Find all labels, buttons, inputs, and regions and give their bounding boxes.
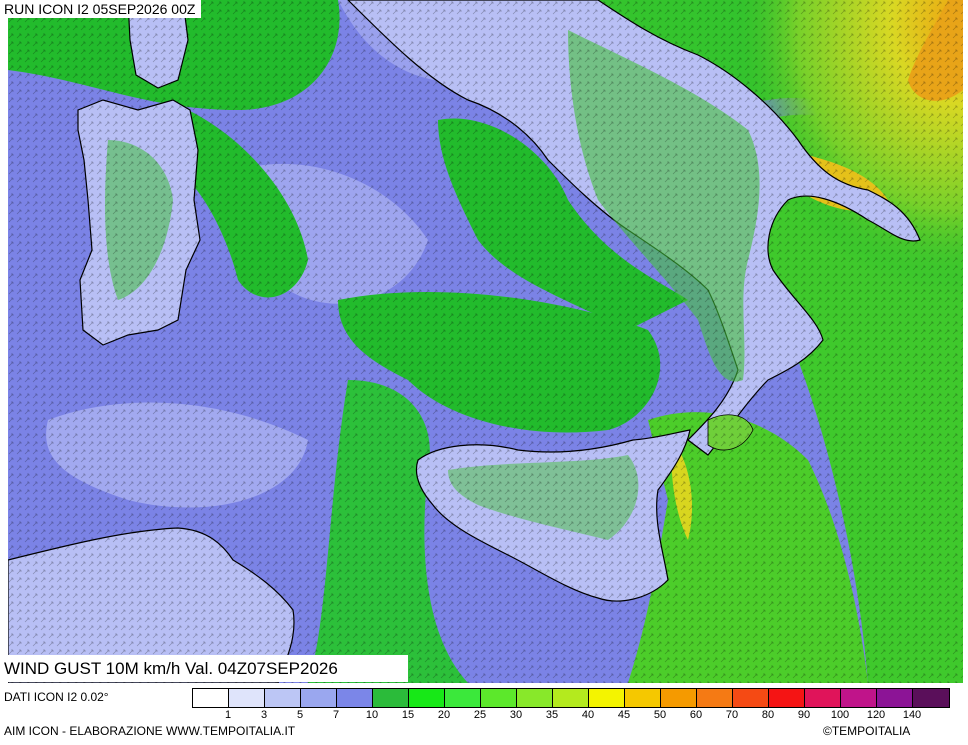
- run-label: RUN ICON I2 05SEP2026 00Z: [0, 0, 202, 18]
- legend-swatch: [481, 689, 517, 707]
- legend-swatch: [553, 689, 589, 707]
- legend-swatch: [409, 689, 445, 707]
- wind-arrows-layer: [8, 0, 963, 683]
- legend-tick: 140: [902, 709, 922, 721]
- legend-tick: 70: [725, 709, 739, 721]
- legend-tick: 35: [545, 709, 559, 721]
- valid-time-label: WIND GUST 10M km/h Val. 04Z07SEP2026: [0, 655, 408, 682]
- copyright-icon: ©: [823, 724, 832, 738]
- legend-tick: 120: [866, 709, 886, 721]
- legend-tick: 3: [260, 709, 268, 721]
- legend-tick: 5: [296, 709, 304, 721]
- legend-tick: 30: [509, 709, 523, 721]
- color-scale-ticks: 1 3 5 7 10 15 20 25 30 35 40 45 50 60 70 80 90 100 120 140: [192, 709, 932, 723]
- legend-tick: 100: [830, 709, 850, 721]
- footer-brand-text: TEMPOITALIA: [831, 724, 911, 738]
- legend-tick: 60: [689, 709, 703, 721]
- legend-swatch: [805, 689, 841, 707]
- legend-tick: 90: [797, 709, 811, 721]
- legend-swatch: [733, 689, 769, 707]
- legend-swatch: [661, 689, 697, 707]
- legend-swatch: [229, 689, 265, 707]
- footer-brand: ©TEMPOITALIA: [823, 724, 910, 738]
- color-scale: [192, 688, 950, 708]
- legend-swatch: [769, 689, 805, 707]
- wind-gust-map: [8, 0, 963, 683]
- legend-tick: 15: [401, 709, 415, 721]
- legend-tick: 80: [761, 709, 775, 721]
- legend-swatch: [589, 689, 625, 707]
- legend-swatch: [301, 689, 337, 707]
- legend-swatch: [445, 689, 481, 707]
- legend-swatch: [913, 689, 949, 707]
- legend-tick: 7: [332, 709, 340, 721]
- legend-swatch: [517, 689, 553, 707]
- legend-tick: 10: [365, 709, 379, 721]
- legend-swatch: [625, 689, 661, 707]
- legend-swatch: [193, 689, 229, 707]
- legend-tick: 50: [653, 709, 667, 721]
- legend-tick: 20: [437, 709, 451, 721]
- legend-tick: 25: [473, 709, 487, 721]
- legend-tick: 1: [224, 709, 232, 721]
- data-source-label: DATI ICON I2 0.02°: [4, 690, 109, 704]
- legend-tick: 40: [581, 709, 595, 721]
- legend-swatch: [697, 689, 733, 707]
- legend-swatch: [265, 689, 301, 707]
- legend-tick: 45: [617, 709, 631, 721]
- legend-swatch: [337, 689, 373, 707]
- footer-credit: AIM ICON - ELABORAZIONE WWW.TEMPOITALIA.…: [4, 724, 296, 738]
- legend-swatch: [841, 689, 877, 707]
- legend-swatch: [877, 689, 913, 707]
- legend-swatch: [373, 689, 409, 707]
